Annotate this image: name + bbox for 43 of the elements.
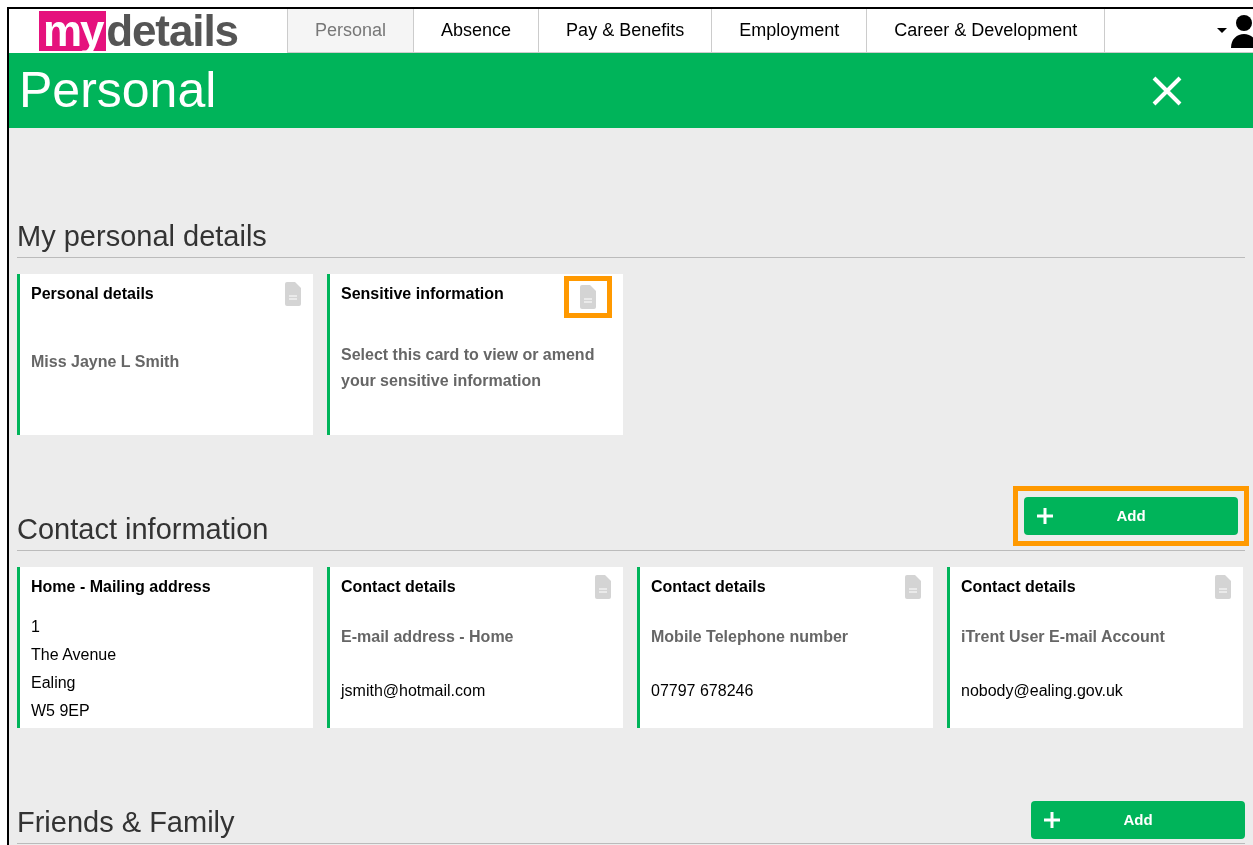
document-icon[interactable]: [594, 575, 612, 599]
plus-icon: [1036, 507, 1054, 525]
document-icon[interactable]: [1214, 575, 1232, 599]
info-card[interactable]: Sensitive information Select this card to view or amend your sensitive information: [327, 274, 623, 435]
contact-label: Mobile Telephone number: [651, 627, 850, 647]
plus-icon: [1043, 811, 1061, 829]
logo[interactable]: mydetails: [39, 9, 238, 53]
card-title: Contact details: [341, 577, 456, 597]
contact-value: jsmith@hotmail.com: [341, 681, 487, 701]
document-icon[interactable]: [904, 575, 922, 599]
close-icon[interactable]: [1151, 74, 1183, 107]
page-title: Personal: [19, 61, 217, 120]
nav-tab[interactable]: Personal: [287, 9, 414, 53]
card-title: Sensitive information: [341, 284, 504, 304]
address-line: 1: [31, 617, 41, 637]
card-title: Contact details: [651, 577, 766, 597]
document-icon[interactable]: [579, 285, 597, 309]
contact-value: 07797 678246: [651, 681, 755, 701]
document-icon[interactable]: [284, 282, 302, 306]
card-text: Select this card to view or amend your sensitive information: [341, 344, 596, 391]
section-heading: My personal details: [17, 219, 267, 253]
card-title: Contact details: [961, 577, 1076, 597]
nav-tab[interactable]: Employment: [711, 9, 867, 53]
section-heading: Contact information: [17, 512, 269, 546]
contact-label: iTrent User E-mail Account: [961, 627, 1166, 647]
card-text: Miss Jayne L Smith: [31, 351, 180, 372]
info-card[interactable]: Home - Mailing address 1 The Avenue Ealing W5 9EP: [17, 567, 313, 728]
info-card[interactable]: Contact details iTrent User E-mail Account nobody@ealing.gov.uk: [947, 567, 1243, 728]
address-line: Ealing: [31, 673, 77, 693]
info-card[interactable]: Contact details E-mail address - Home jsmith@hotmail.com: [327, 567, 623, 728]
address-line: W5 9EP: [31, 701, 91, 721]
nav-tab[interactable]: Absence: [413, 9, 539, 53]
contact-label: E-mail address - Home: [341, 627, 515, 647]
info-card[interactable]: Contact details Mobile Telephone number 07797 678246: [637, 567, 933, 728]
nav-tab[interactable]: Career & Development: [866, 9, 1105, 53]
nav-tab[interactable]: Pay & Benefits: [538, 9, 712, 53]
address-line: The Avenue: [31, 645, 118, 665]
card-title: Home - Mailing address: [31, 577, 211, 597]
section-heading: Friends & Family: [17, 805, 235, 839]
user-menu-icon[interactable]: [1217, 13, 1253, 48]
card-title: Personal details: [31, 284, 154, 304]
contact-value: nobody@ealing.gov.uk: [961, 681, 1124, 701]
info-card[interactable]: Personal details Miss Jayne L Smith: [17, 274, 313, 435]
